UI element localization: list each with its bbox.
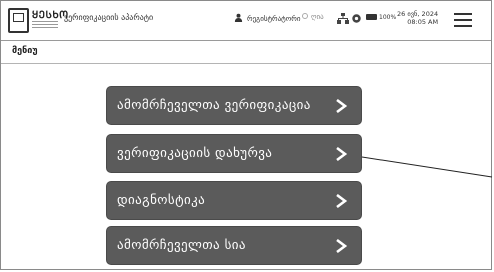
datetime: 26 ივნ, 2024 08:05 AM [397, 10, 438, 26]
user-label: რეგისტრატორი [247, 15, 301, 23]
network-icon [337, 13, 349, 24]
menu-button-label: დიაგნოსტიკა [117, 193, 206, 208]
gear-icon [352, 14, 361, 23]
breadcrumb: მენიუ [1, 41, 491, 64]
top-header: ᲧᲔᲡᲮᲝ ვერიფიკაციის აპარატი რეგისტრატორი … [1, 1, 491, 41]
menu-button-close-verification[interactable]: ვერიფიკაციის დახურვა [106, 134, 362, 173]
menu-button-label: ამომრჩეველთა სია [117, 238, 246, 253]
menu-button-diagnostics[interactable]: დიაგნოსტიკა [106, 181, 362, 220]
menu-button-voter-list[interactable]: ამომრჩეველთა სია [106, 226, 362, 265]
hamburger-menu-icon[interactable] [454, 13, 472, 27]
status-dot-icon [302, 13, 308, 19]
app-title: ვერიფიკაციის აპარატი [64, 13, 154, 22]
menu-button-label: ვერიფიკაციის დახურვა [117, 146, 273, 161]
user-icon [234, 13, 243, 22]
logo-subtext-lines [32, 21, 58, 31]
battery-label: 100% [379, 14, 397, 21]
time-text: 08:05 AM [407, 18, 439, 26]
chevron-right-icon [336, 147, 347, 161]
chevron-right-icon [336, 99, 347, 113]
page-title: მენიუ [12, 46, 38, 56]
chevron-right-icon [336, 194, 347, 208]
battery-indicator: 100% [366, 14, 396, 21]
status-label: ღია [311, 13, 324, 21]
menu-button-voter-verification[interactable]: ამომრჩეველთა ვერიფიკაცია [106, 86, 362, 125]
menu-button-label: ამომრჩეველთა ვერიფიკაცია [117, 98, 311, 113]
user-indicator: რეგისტრატორი [234, 13, 300, 23]
date-text: 26 ივნ, 2024 [397, 10, 439, 18]
callout-line [362, 156, 493, 178]
logo-icon [8, 8, 29, 33]
battery-icon [366, 14, 377, 20]
status-indicator: ღია [302, 13, 324, 21]
chevron-right-icon [336, 239, 347, 253]
